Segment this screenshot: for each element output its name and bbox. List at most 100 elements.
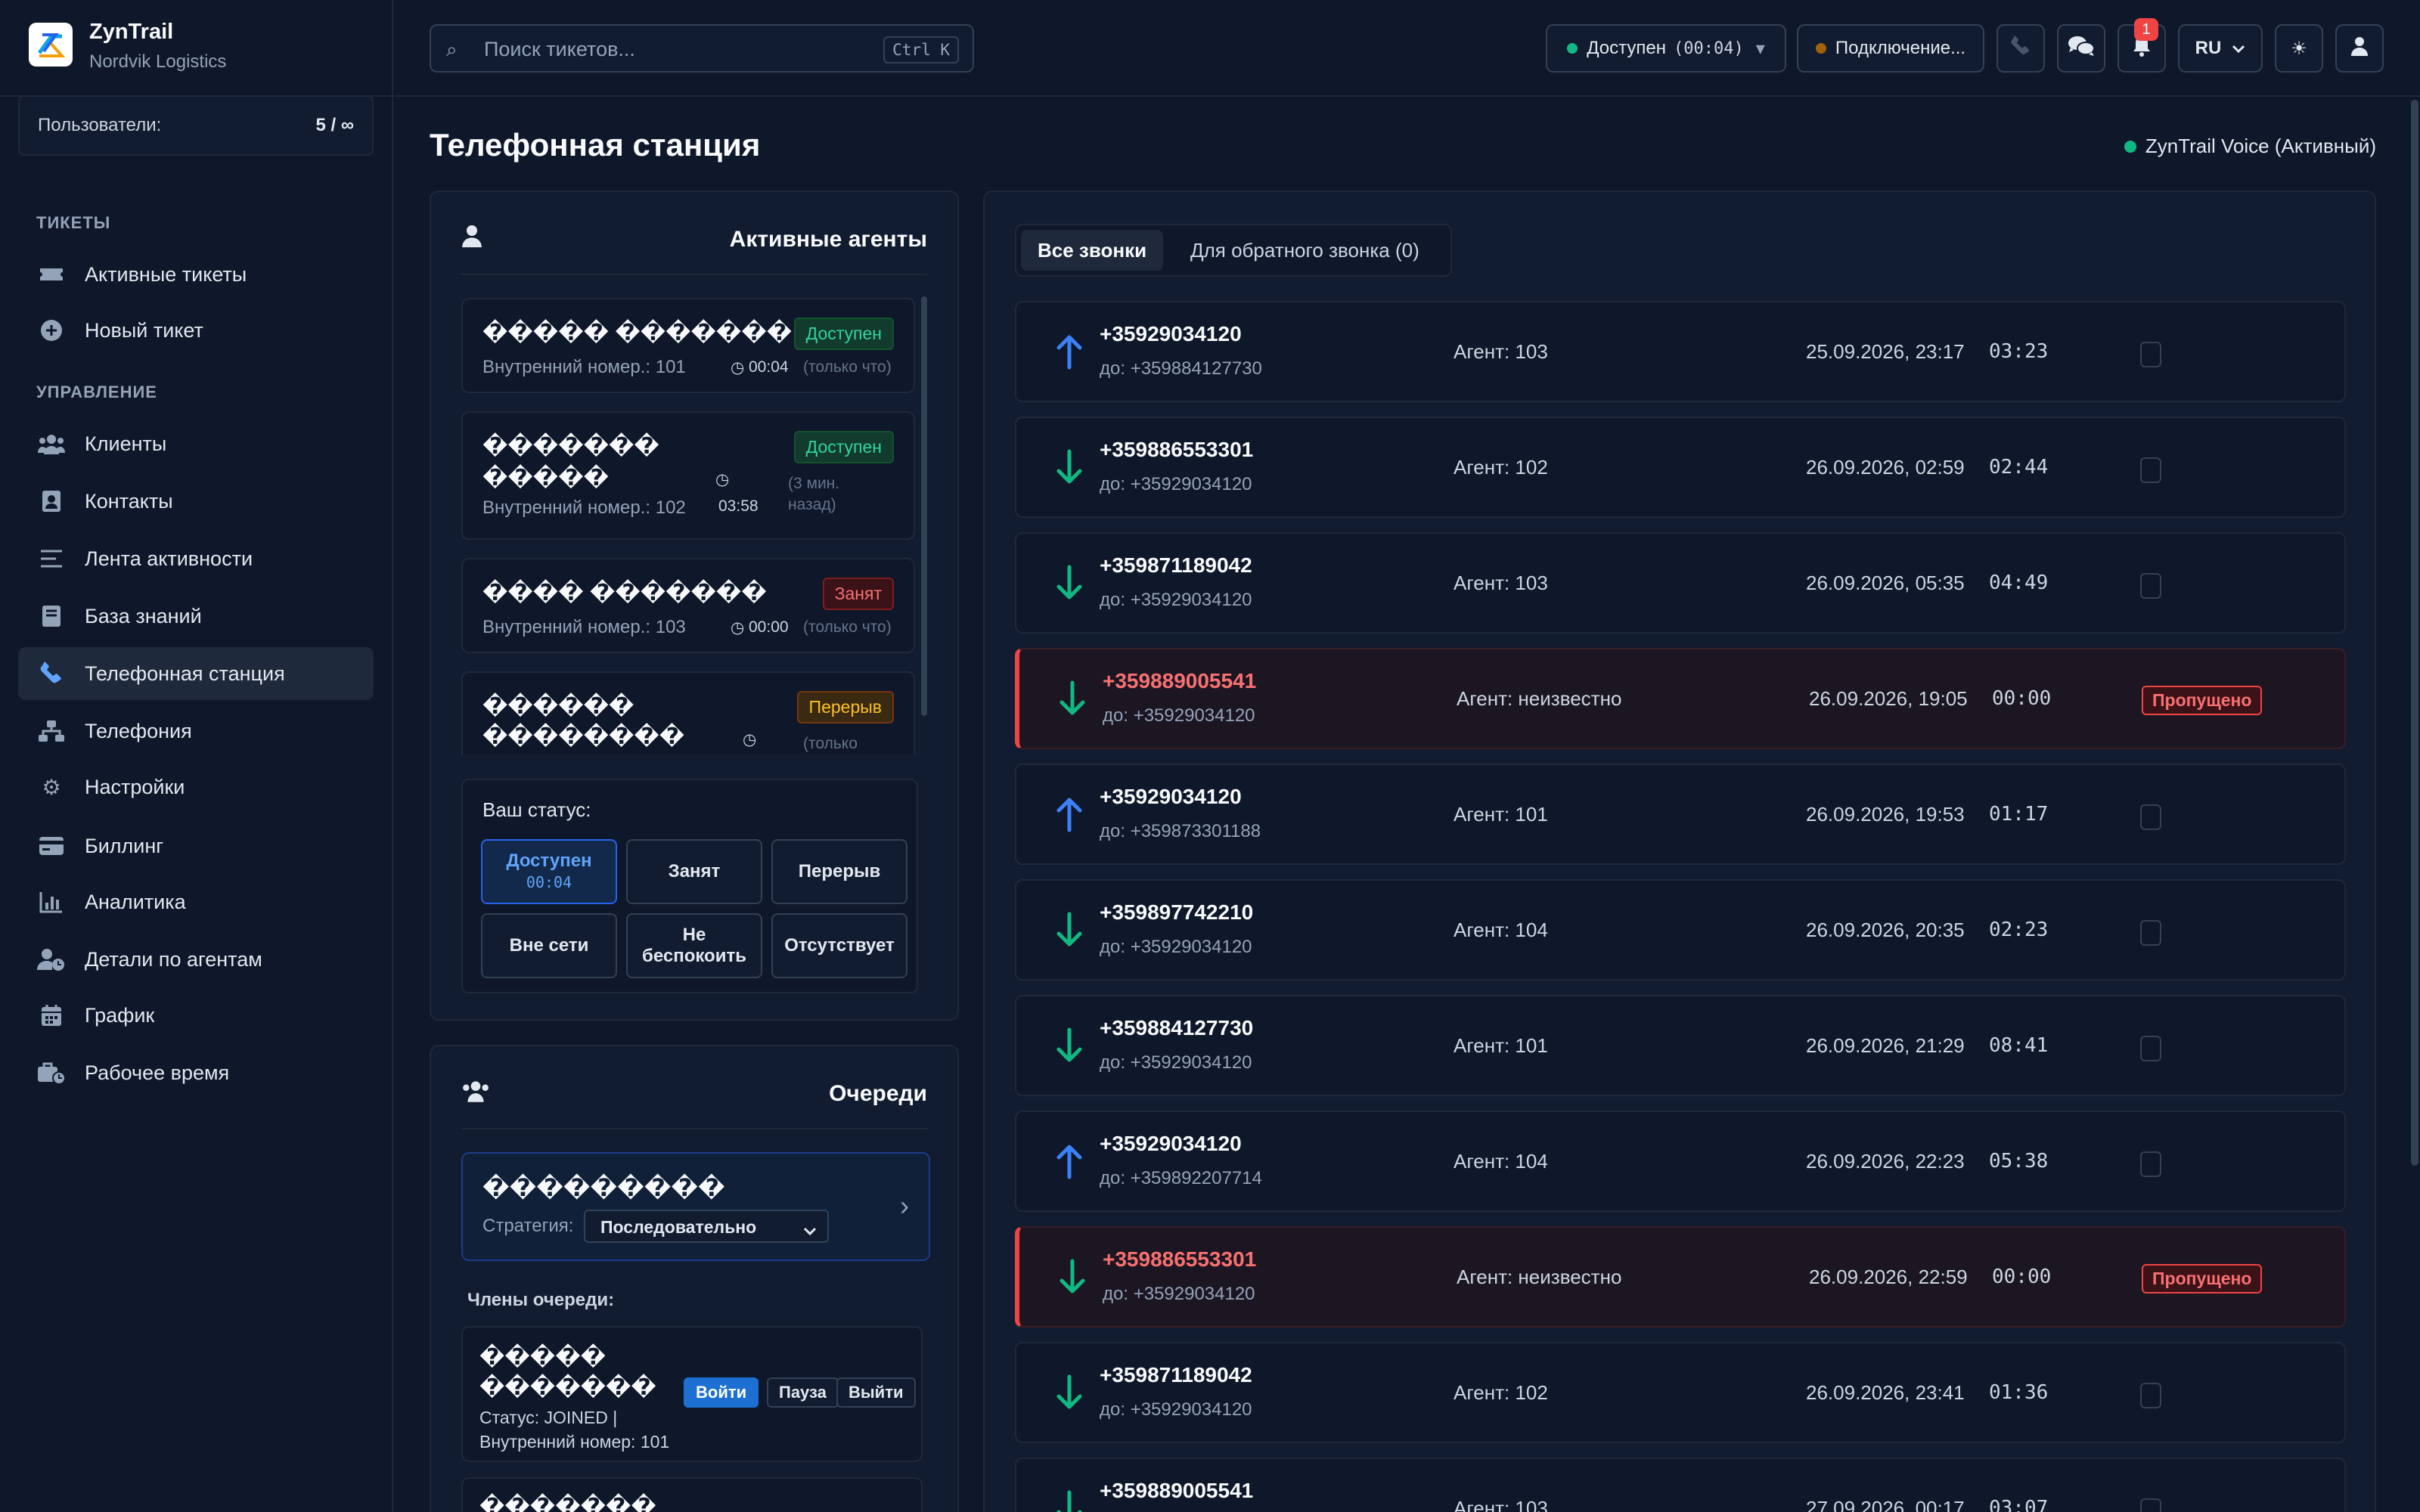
connection-status[interactable]: Подключение... bbox=[1797, 24, 1984, 73]
page-scrollbar-thumb[interactable] bbox=[2411, 100, 2418, 1166]
agent-extension: Внутренний номер.: 103 bbox=[482, 617, 686, 637]
button-label: Отсутствует bbox=[784, 935, 895, 956]
status-away-button[interactable]: Отсутствует bbox=[771, 913, 908, 978]
agent-name-line1: ������ bbox=[482, 694, 634, 719]
arrow-down-icon bbox=[1056, 449, 1082, 484]
sidebar-item-active-tickets[interactable]: Активные тикеты bbox=[18, 248, 374, 301]
call-date: 26.09.2026, 20:35 bbox=[1806, 919, 1965, 941]
pause-queue-button[interactable]: Пауза bbox=[767, 1377, 839, 1408]
sidebar-item-knowledge-base[interactable]: База знаний bbox=[18, 590, 374, 643]
call-row[interactable]: +359889005541до: +35929034120Агент: 1032… bbox=[1015, 1458, 2346, 1512]
sidebar-item-working-hours[interactable]: Рабочее время bbox=[18, 1046, 374, 1099]
call-checkbox[interactable] bbox=[2140, 573, 2161, 599]
sidebar-item-new-ticket[interactable]: Новый тикет bbox=[18, 304, 374, 357]
panel-divider bbox=[461, 1128, 927, 1129]
chat-button[interactable] bbox=[2057, 24, 2105, 73]
call-row[interactable]: +359871189042 до: +35929034120 Агент: 102 2… bbox=[1015, 1342, 2346, 1443]
softphone-button[interactable] bbox=[1996, 24, 2045, 73]
call-checkbox[interactable] bbox=[2140, 920, 2161, 946]
call-row[interactable]: +359871189042 до: +35929034120 Агент: 103 2… bbox=[1015, 532, 2346, 634]
chevron-right-icon[interactable]: › bbox=[900, 1190, 909, 1222]
ticket-icon bbox=[36, 259, 67, 290]
call-row[interactable]: +359884127730 до: +35929034120 Агент: 101 2… bbox=[1015, 995, 2346, 1096]
call-number[interactable]: +359889005541 bbox=[1100, 1479, 1253, 1503]
sidebar-item-contacts[interactable]: Контакты bbox=[18, 475, 374, 528]
call-row[interactable]: +35929034120 до: +359892207714 Агент: 104 2… bbox=[1015, 1111, 2346, 1212]
call-number[interactable]: +359886553301 bbox=[1103, 1247, 1256, 1272]
tab-callback[interactable]: Для обратного звонка (0) bbox=[1174, 230, 1436, 271]
search-input[interactable]: ⌕ Поиск тикетов... Ctrl K bbox=[430, 24, 974, 73]
leave-queue-button[interactable]: Выйти bbox=[836, 1377, 916, 1408]
language-select[interactable]: RU bbox=[2178, 24, 2263, 73]
call-number[interactable]: +359871189042 bbox=[1100, 1363, 1252, 1387]
agent-extension: Внутренний номер.: 102 bbox=[482, 497, 686, 518]
call-number[interactable]: +359886553301 bbox=[1100, 438, 1253, 462]
theme-toggle-button[interactable]: ☀ bbox=[2275, 24, 2323, 73]
call-row[interactable]: +35929034120 до: +359884127730 Агент: 103 2… bbox=[1015, 301, 2346, 402]
sidebar-item-agent-details[interactable]: Детали по агентам bbox=[18, 933, 374, 986]
status-offline-button[interactable]: Вне сети bbox=[481, 913, 617, 978]
call-row-missed[interactable]: +359889005541 до: +35929034120 Агент: неиз… bbox=[1015, 648, 2346, 749]
sidebar-item-activity-feed[interactable]: Лента активности bbox=[18, 532, 374, 585]
call-date: 26.09.2026, 23:41 bbox=[1806, 1381, 1965, 1404]
queue-member-card: ������� bbox=[461, 1477, 923, 1512]
join-queue-button[interactable]: Войти bbox=[684, 1377, 759, 1408]
user-menu-button[interactable] bbox=[2335, 24, 2384, 73]
call-checkbox[interactable] bbox=[2140, 342, 2161, 367]
status-break-button[interactable]: Перерыв bbox=[771, 839, 908, 904]
arrow-up-icon bbox=[1056, 1145, 1082, 1179]
agent-card[interactable]: ������ �������� Перерыв ◷ (только bbox=[461, 671, 915, 754]
call-number[interactable]: +359897742210 bbox=[1100, 900, 1253, 925]
call-number[interactable]: +359871189042 bbox=[1100, 553, 1252, 578]
sidebar-item-phone-station[interactable]: Телефонная станция bbox=[18, 647, 374, 700]
call-number[interactable]: +359884127730 bbox=[1100, 1016, 1253, 1040]
tab-all-calls[interactable]: Все звонки bbox=[1021, 230, 1164, 271]
status-dnd-button[interactable]: Не беспокоить bbox=[626, 913, 762, 978]
agent-card[interactable]: ������� ����� Доступен Внутренний номер.… bbox=[461, 411, 915, 540]
agent-card[interactable]: ����� ������� Доступен Внутренний номер.… bbox=[461, 298, 915, 393]
queue-card[interactable]: ��������� Стратегия: Последовательно › bbox=[461, 1152, 930, 1261]
call-row[interactable]: +359897742210 до: +35929034120 Агент: 104 2… bbox=[1015, 879, 2346, 981]
strategy-select[interactable]: Последовательно bbox=[584, 1210, 829, 1243]
sidebar-item-schedule[interactable]: График bbox=[18, 989, 374, 1042]
button-label: Пауза bbox=[779, 1383, 827, 1402]
agent-status-dropdown[interactable]: Доступен (00:04) ▾ bbox=[1546, 24, 1786, 73]
sidebar-item-label: Контакты bbox=[85, 489, 173, 513]
call-destination: до: +35929034120 bbox=[1103, 1284, 1255, 1304]
call-number[interactable]: +359889005541 bbox=[1103, 669, 1256, 693]
button-label: Войти bbox=[696, 1383, 747, 1402]
brand-logo[interactable] bbox=[29, 23, 73, 67]
plus-circle-icon bbox=[36, 315, 67, 345]
call-agent: Агент: 104 bbox=[1454, 1150, 1548, 1173]
status-available-button[interactable]: Доступен 00:04 bbox=[481, 839, 617, 904]
call-checkbox[interactable] bbox=[2140, 457, 2161, 483]
notifications-button[interactable]: 1 bbox=[2118, 18, 2166, 73]
arrow-down-icon bbox=[1060, 1259, 1085, 1294]
sidebar-item-settings[interactable]: ⚙ Настройки bbox=[18, 761, 374, 813]
call-number[interactable]: +35929034120 bbox=[1100, 1132, 1242, 1156]
call-checkbox[interactable] bbox=[2140, 1151, 2161, 1177]
agents-list-scrollbar[interactable] bbox=[921, 296, 927, 716]
call-date: 26.09.2026, 22:23 bbox=[1806, 1150, 1965, 1173]
agent-status-time: 00:00 bbox=[749, 618, 789, 636]
page-scrollbar[interactable] bbox=[2409, 97, 2420, 1512]
call-checkbox[interactable] bbox=[2140, 1383, 2161, 1408]
call-checkbox[interactable] bbox=[2140, 1036, 2161, 1061]
credit-card-icon bbox=[36, 831, 67, 861]
sidebar-item-analytics[interactable]: Аналитика bbox=[18, 875, 374, 928]
call-row-missed[interactable]: +359886553301 до: +35929034120 Агент: неиз… bbox=[1015, 1226, 2346, 1328]
call-number[interactable]: +35929034120 bbox=[1100, 785, 1242, 809]
button-label: Вне сети bbox=[509, 935, 589, 956]
sidebar-item-clients[interactable]: Клиенты bbox=[18, 417, 374, 470]
sidebar-item-telephony[interactable]: Телефония bbox=[18, 705, 374, 758]
call-checkbox[interactable] bbox=[2140, 1498, 2161, 1512]
button-label-line2: беспокоить bbox=[642, 946, 746, 966]
status-busy-button[interactable]: Занят bbox=[626, 839, 762, 904]
agent-card[interactable]: ���� ������� Занят Внутренний номер.: 10… bbox=[461, 558, 915, 653]
call-row[interactable]: +35929034120 до: +359873301188 Агент: 101 2… bbox=[1015, 764, 2346, 865]
call-row[interactable]: +359886553301 до: +35929034120 Агент: 102 2… bbox=[1015, 417, 2346, 518]
call-duration: 03:23 bbox=[1989, 340, 2049, 363]
sidebar-item-billing[interactable]: Биллинг bbox=[18, 820, 374, 872]
call-number[interactable]: +35929034120 bbox=[1100, 322, 1242, 346]
call-checkbox[interactable] bbox=[2140, 804, 2161, 830]
